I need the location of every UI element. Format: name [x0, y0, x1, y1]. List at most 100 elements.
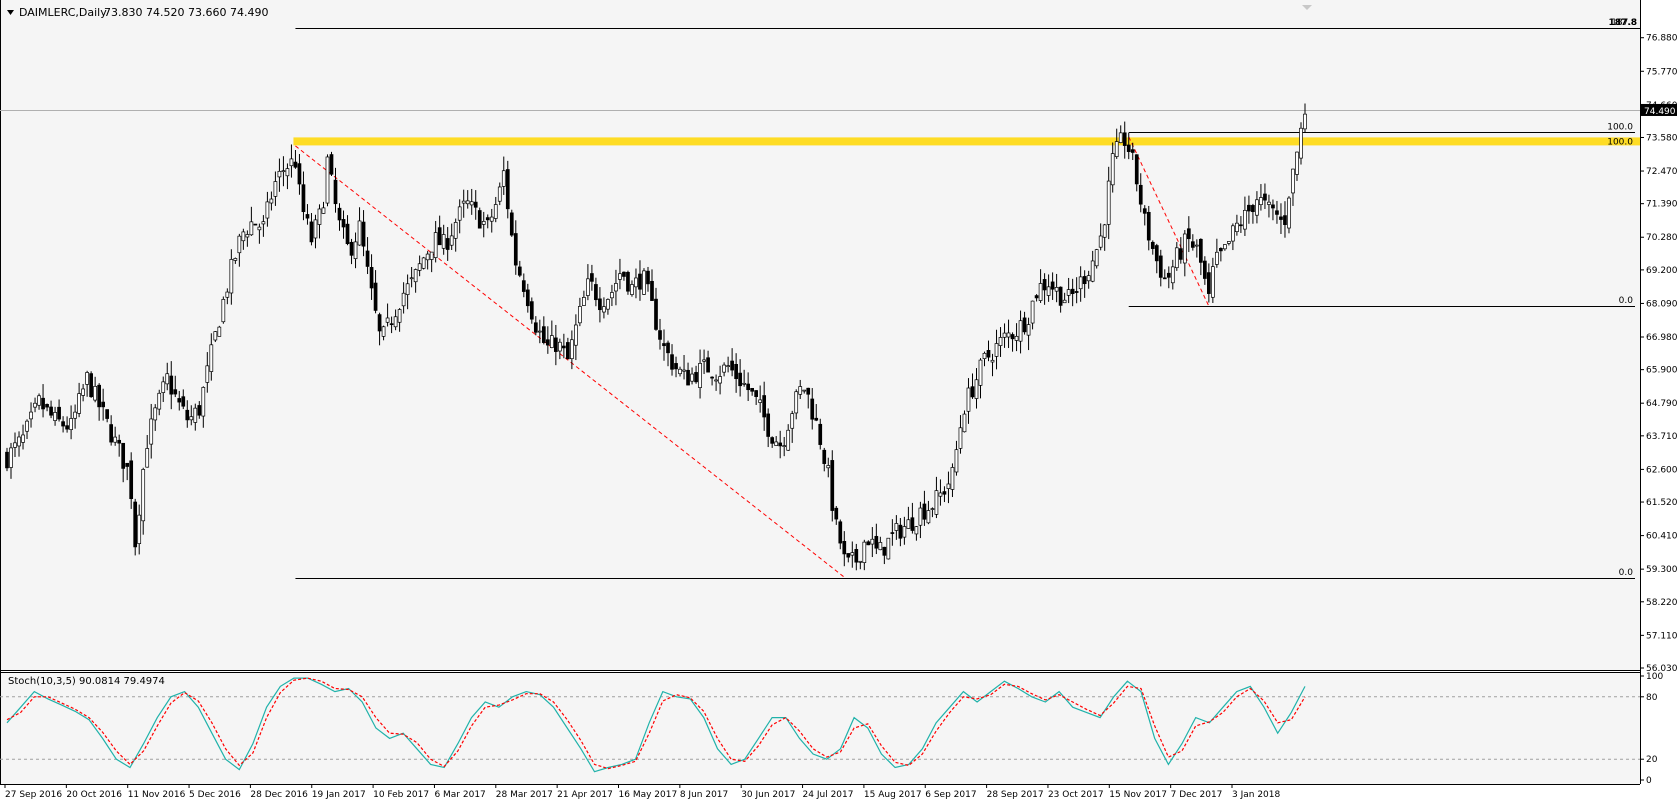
candle: [1018, 320, 1023, 342]
candle: [1219, 248, 1223, 252]
candle: [1050, 281, 1055, 290]
candle: [762, 395, 767, 418]
candle: [1022, 317, 1027, 333]
candle: [734, 364, 738, 380]
candle: [253, 223, 258, 226]
candle: [1158, 255, 1163, 278]
candle: [1202, 260, 1207, 279]
time-tick-label: 7 Dec 2017: [1171, 790, 1223, 800]
candle: [1287, 197, 1291, 229]
candle: [229, 259, 234, 294]
candle: [702, 359, 706, 362]
candle: [938, 492, 943, 497]
stoch-panel-background: [0, 672, 1640, 784]
price-tick-label: 64.790: [1646, 399, 1678, 409]
candle: [946, 483, 951, 489]
candle: [770, 437, 775, 444]
candle: [29, 411, 33, 420]
candle: [309, 221, 314, 243]
candle: [722, 364, 726, 373]
candle: [145, 448, 150, 468]
candle: [193, 407, 198, 423]
candle: [113, 436, 118, 443]
candle: [994, 343, 999, 357]
candle: [574, 324, 578, 346]
candle: [674, 363, 678, 370]
candle: [1170, 266, 1175, 284]
candle: [1215, 251, 1219, 265]
candle: [1198, 238, 1203, 263]
candle: [125, 462, 130, 467]
time-tick-label: 24 Jul 2017: [803, 790, 854, 800]
time-tick-label: 8 Jun 2017: [680, 790, 728, 800]
candle: [926, 510, 931, 524]
candle: [686, 369, 690, 386]
candle: [1299, 127, 1303, 159]
candle: [1295, 151, 1299, 175]
candle: [1014, 335, 1019, 341]
stoch-tick-label: 0: [1646, 776, 1652, 786]
candle: [930, 508, 935, 510]
candle: [49, 406, 53, 416]
candle: [249, 221, 254, 236]
candle: [594, 284, 598, 301]
candle: [894, 523, 899, 531]
candle: [598, 298, 602, 311]
candle: [1271, 204, 1275, 209]
candle: [57, 406, 61, 420]
candle: [882, 546, 887, 556]
time-tick-label: 6 Sep 2017: [925, 790, 976, 800]
candle: [626, 271, 630, 292]
candle: [317, 208, 322, 225]
candle: [750, 387, 754, 392]
candle: [485, 217, 490, 221]
candle: [53, 412, 57, 421]
candle: [1174, 247, 1179, 269]
candle: [133, 501, 138, 548]
candle: [742, 382, 746, 385]
candle: [966, 387, 971, 412]
candle: [237, 235, 242, 254]
time-tick-label: 30 Jun 2017: [741, 790, 795, 800]
ohlc-readout: 73.830 74.520 73.660 74.490: [104, 6, 268, 19]
candle: [493, 204, 498, 219]
candle: [690, 373, 694, 382]
candle: [1030, 300, 1035, 324]
candle: [898, 524, 903, 539]
candle: [161, 381, 166, 393]
candle: [942, 491, 947, 495]
candle: [782, 445, 787, 447]
candle: [333, 179, 338, 205]
candle: [662, 343, 666, 347]
candle: [1130, 149, 1135, 153]
candle: [630, 284, 634, 295]
candle: [678, 368, 682, 375]
time-tick-label: 28 Sep 2017: [987, 790, 1044, 800]
candle: [1267, 201, 1271, 205]
candle: [185, 409, 190, 421]
candle: [1190, 241, 1195, 248]
candle: [41, 397, 45, 410]
candle: [277, 170, 282, 178]
candle: [329, 154, 334, 175]
time-tick-label: 23 Oct 2017: [1048, 790, 1104, 800]
candle: [638, 273, 642, 290]
candle: [986, 350, 991, 358]
candle: [562, 345, 566, 349]
candle: [537, 330, 542, 333]
candle: [477, 210, 482, 229]
candle: [129, 460, 134, 500]
candle: [578, 306, 582, 324]
candle: [369, 267, 374, 289]
candle: [421, 257, 426, 269]
candle: [13, 442, 17, 448]
candle: [1207, 272, 1211, 294]
candle: [810, 398, 815, 420]
candle: [766, 413, 771, 437]
candle: [590, 273, 594, 282]
price-tick-label: 61.520: [1646, 498, 1678, 508]
time-tick-label: 15 Nov 2017: [1109, 790, 1167, 800]
candle: [1263, 193, 1267, 201]
candle: [417, 263, 422, 271]
price-tick-label: 60.410: [1646, 532, 1678, 542]
